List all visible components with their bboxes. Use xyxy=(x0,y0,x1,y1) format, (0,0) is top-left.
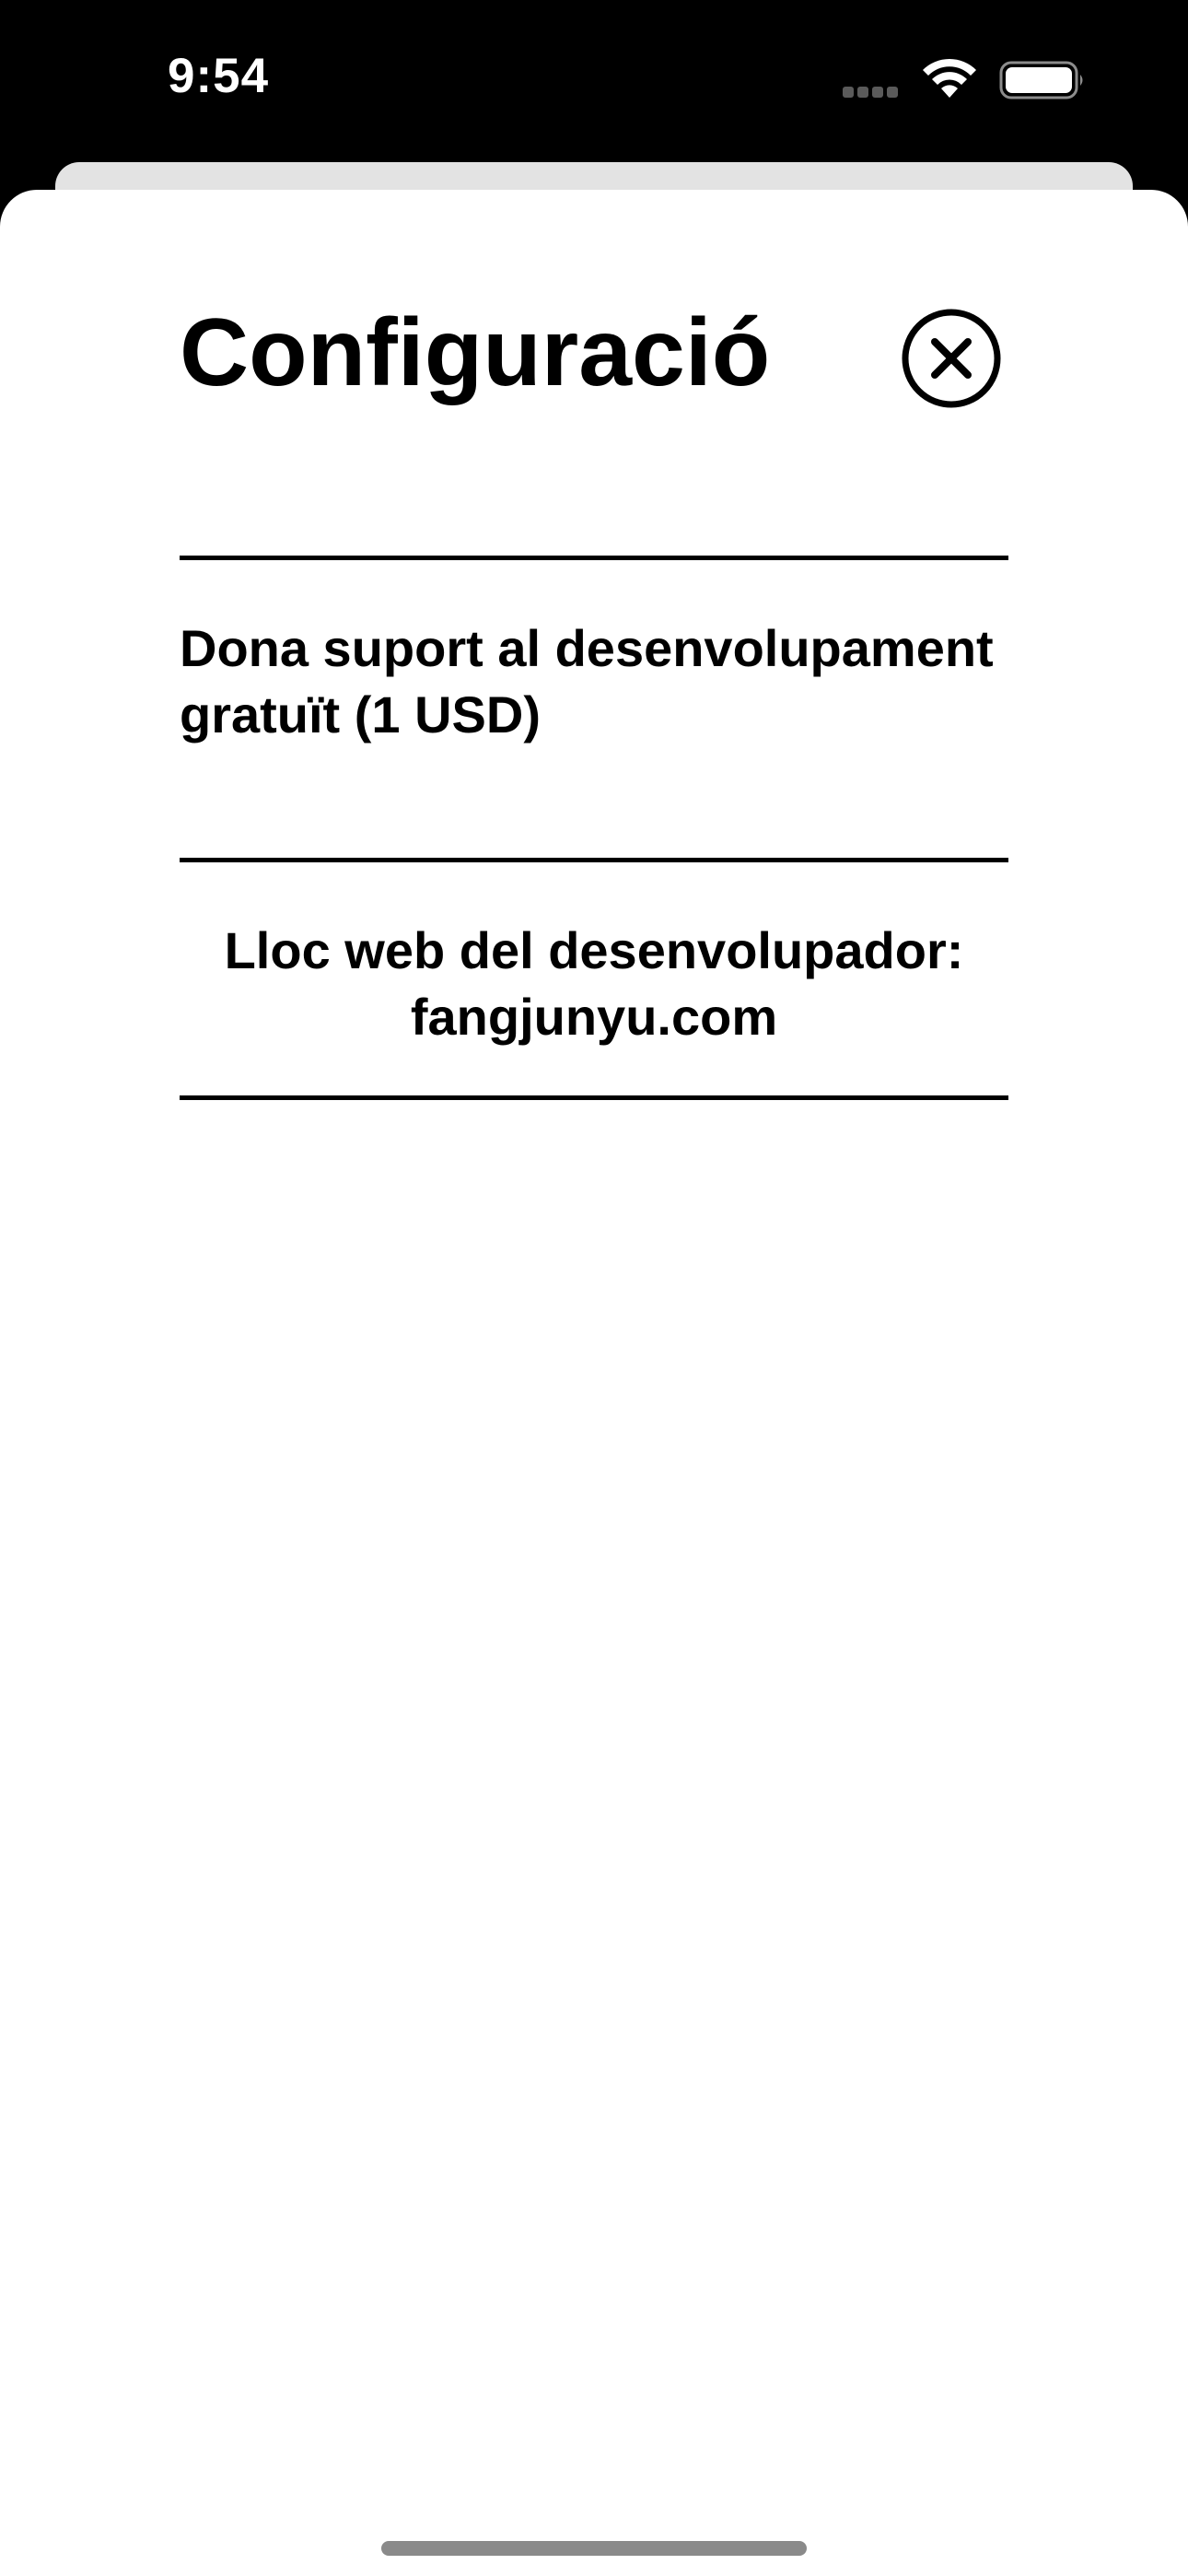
developer-website-link[interactable]: Lloc web del desenvolupador: fangjunyu.c… xyxy=(180,918,1008,1050)
close-circle-icon xyxy=(902,309,1001,408)
support-development-button[interactable]: Dona suport al desenvolupament gratuït (… xyxy=(180,615,1008,748)
sheet-title: Configuració xyxy=(180,299,771,406)
support-development-label: Dona suport al desenvolupament gratuït (… xyxy=(180,619,994,744)
wifi-icon xyxy=(921,57,978,100)
divider xyxy=(180,858,1008,862)
app-screen: 9:54 Configuració Dona suport al desenvo… xyxy=(0,0,1188,2576)
close-button[interactable] xyxy=(901,308,1002,409)
divider xyxy=(180,556,1008,560)
home-indicator[interactable] xyxy=(381,2541,807,2556)
status-time: 9:54 xyxy=(168,49,270,103)
cellular-signal-icon xyxy=(843,86,907,98)
developer-website-label: Lloc web del desenvolupador: xyxy=(224,921,964,979)
developer-website-url: fangjunyu.com xyxy=(410,988,778,1046)
battery-icon xyxy=(999,60,1086,100)
status-bar: 9:54 xyxy=(0,0,1188,164)
settings-sheet: Configuració Dona suport al desenvolupam… xyxy=(0,190,1188,2576)
divider xyxy=(180,1095,1008,1100)
